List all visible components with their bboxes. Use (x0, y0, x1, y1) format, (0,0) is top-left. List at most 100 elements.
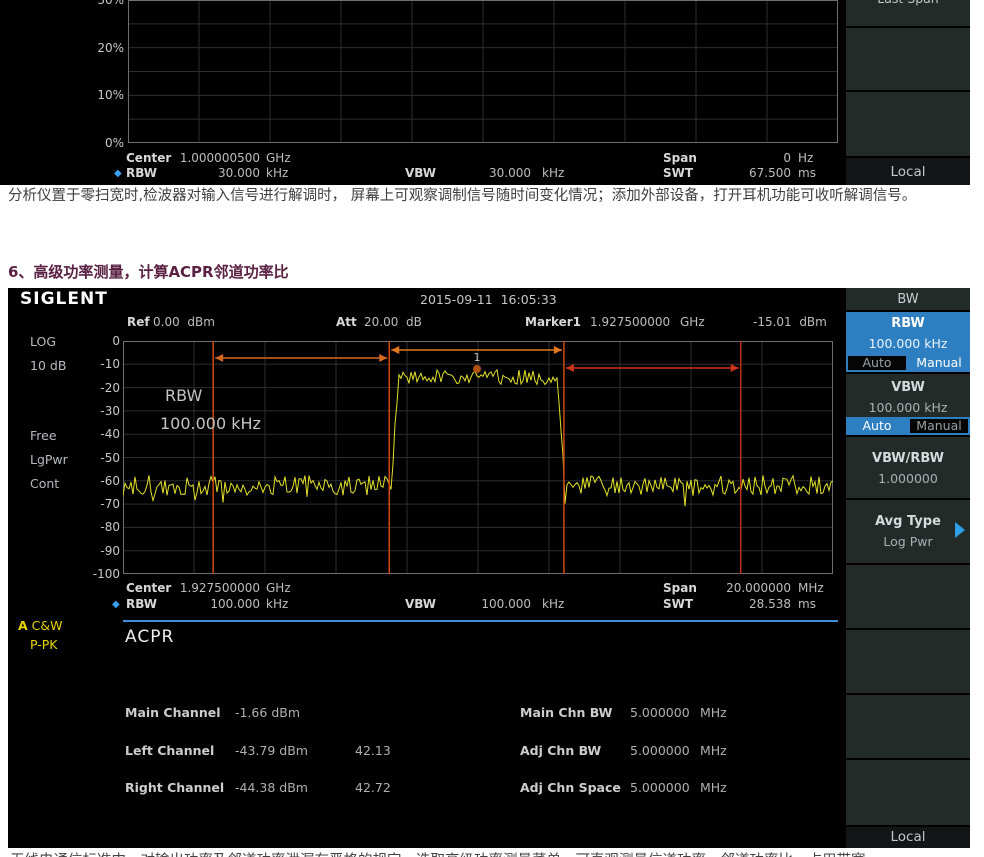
amplitude-tick-label: -100 (92, 567, 120, 581)
rbw-unit: kHz (266, 166, 289, 180)
acpr-bw-label: Main Chn BW (520, 705, 613, 720)
center-freq-label: Center (126, 581, 172, 595)
acpr-channel-ratio: 42.13 (355, 742, 391, 758)
acpr-separator-line (123, 620, 838, 622)
timestamp: 2015-09-11 16:05:33 (420, 292, 557, 307)
percent-tick-label: 10% (97, 88, 124, 103)
document-page: 30% 20% 10% 0% Center 1.000000500 GHz Span … (0, 0, 984, 857)
acpr-bw-unit: MHz (700, 705, 727, 720)
softkey-empty[interactable] (846, 760, 970, 825)
center-freq-value: 1.927500000 (179, 581, 260, 595)
amplitude-tick-label: -50 (100, 450, 120, 465)
acpr-channel-ratio: 42.72 (355, 780, 391, 795)
status-avg-lgpwr: LgPwr (30, 452, 68, 467)
acpr-channel-power: -43.79 dBm (235, 742, 308, 758)
spectrum-graticule: 1 (123, 341, 833, 574)
vbw-auto-manual-toggle[interactable]: Auto Manual (846, 417, 970, 437)
rbw-auto-option[interactable]: Auto (846, 354, 908, 372)
rbw-marker-icon: ◆ (114, 168, 122, 179)
section-heading: 6、高级功率测量，计算ACPR邻道功率比 (8, 263, 289, 281)
softkey-empty[interactable] (846, 92, 970, 156)
rbw-auto-manual-toggle[interactable]: Auto Manual (846, 354, 970, 374)
acpr-bw-value: 5.000000 (630, 705, 690, 720)
softkey-empty[interactable] (846, 565, 970, 630)
local-button[interactable]: Local (846, 156, 970, 185)
trace-a-indicator: A C&W (18, 618, 63, 633)
amplitude-tick-label: -90 (100, 543, 120, 558)
center-freq-unit: GHz (266, 581, 291, 595)
softkey-avg-type[interactable]: Avg Type Log Pwr (846, 500, 970, 565)
ref-level-label: Ref (127, 315, 150, 329)
rbw-manual-option[interactable]: Manual (908, 354, 970, 372)
vbw-unit: kHz (542, 597, 565, 611)
softkey-vbw-rbw-ratio[interactable]: VBW/RBW 1.000000 (846, 437, 970, 500)
rbw-label: RBW (126, 166, 157, 180)
percent-tick-label: 20% (97, 40, 124, 55)
zero-span-screenshot: 30% 20% 10% 0% Center 1.000000500 GHz Span … (0, 0, 970, 185)
softkey-empty[interactable] (846, 28, 970, 92)
status-trigger-free: Free (30, 428, 57, 443)
acpr-channel-power: -1.66 dBm (235, 705, 301, 720)
rbw-value: 30.000 (218, 166, 260, 180)
swt-label: SWT (663, 597, 694, 611)
acpr-title: ACPR (125, 627, 175, 647)
swt-value: 67.500 (749, 166, 791, 180)
acpr-channel-label: Left Channel (125, 742, 215, 758)
amplitude-tick-label: -60 (100, 473, 120, 488)
center-freq-value: 1.000000500 (179, 151, 260, 165)
local-button[interactable]: Local (846, 825, 970, 848)
acpr-channel-label: Main Channel (125, 705, 221, 720)
softkey-rbw[interactable]: RBW 100.000 kHz (846, 312, 970, 354)
amplitude-tick-label: -70 (100, 497, 120, 512)
status-sweep-cont: Cont (30, 476, 60, 491)
acpr-channel-power: -44.38 dBm (235, 780, 308, 795)
swt-value: 28.538 (749, 597, 791, 611)
submenu-arrow-icon (955, 522, 965, 538)
percent-tick-label: 0% (104, 136, 124, 150)
amplitude-tick-label: -40 (100, 427, 120, 442)
span-unit: Hz (798, 151, 814, 165)
center-freq-label: Center (126, 151, 172, 165)
status-scale-div: 10 dB (30, 358, 67, 373)
marker-frequency: 1.927500000 (590, 315, 671, 329)
clipped-bottom-text: 无线电通信标准中，对输出功率及邻道功率泄漏有严格的规定，选取高级功率测量菜单，可… (10, 849, 976, 857)
rbw-overlay-label: RBW (165, 386, 203, 405)
zero-span-graticule (128, 0, 838, 143)
span-label: Span (663, 581, 697, 595)
rbw-value: 100.000 (210, 597, 260, 611)
vbw-auto-option[interactable]: Auto (846, 417, 908, 435)
vbw-label: VBW (405, 166, 437, 180)
acpr-bw-unit: MHz (700, 742, 727, 758)
vbw-unit: kHz (542, 166, 565, 180)
softkey-empty[interactable] (846, 695, 970, 760)
softkey-last-span[interactable]: Last Span (846, 0, 970, 28)
span-unit: MHz (798, 581, 824, 595)
softkey-empty[interactable] (846, 630, 970, 695)
swt-unit: ms (798, 597, 816, 611)
softkey-vbw[interactable]: VBW 100.000 kHz (846, 374, 970, 417)
bw-menu-column: BW RBW 100.000 kHz Auto Manual VBW 100.0… (846, 288, 970, 848)
vbw-value: 30.000 (489, 166, 531, 180)
span-value: 0 (783, 151, 791, 165)
detector-indicator: P-PK (30, 637, 58, 652)
vbw-label: VBW (405, 597, 437, 611)
marker-amplitude: -15.01 dBm (753, 315, 827, 329)
acpr-bw-unit: MHz (700, 780, 727, 795)
acpr-channel-label: Right Channel (125, 780, 225, 795)
center-freq-unit: GHz (266, 151, 291, 165)
attenuation-label: Att (336, 315, 357, 329)
amplitude-tick-label: -20 (100, 380, 120, 395)
rbw-label: RBW (126, 597, 157, 611)
vbw-manual-option[interactable]: Manual (908, 417, 970, 435)
svg-text:1: 1 (474, 351, 481, 364)
menu-title-bw: BW (846, 288, 970, 312)
acpr-screenshot: SIGLENT 2015-09-11 16:05:33 Ref 0.00 dBm… (8, 288, 970, 848)
status-log-scale: LOG (30, 334, 57, 349)
description-paragraph: 分析仪置于零扫宽时,检波器对输入信号进行解调时， 屏幕上可观察调制信号随时间变化… (8, 188, 917, 204)
swt-label: SWT (663, 166, 694, 180)
acpr-bw-label: Adj Chn BW (520, 742, 602, 758)
rbw-overlay-value: 100.000 kHz (160, 414, 261, 433)
span-value: 20.000000 (726, 581, 791, 595)
amplitude-tick-label: 0 (112, 334, 120, 348)
amplitude-tick-label: -30 (100, 403, 120, 418)
